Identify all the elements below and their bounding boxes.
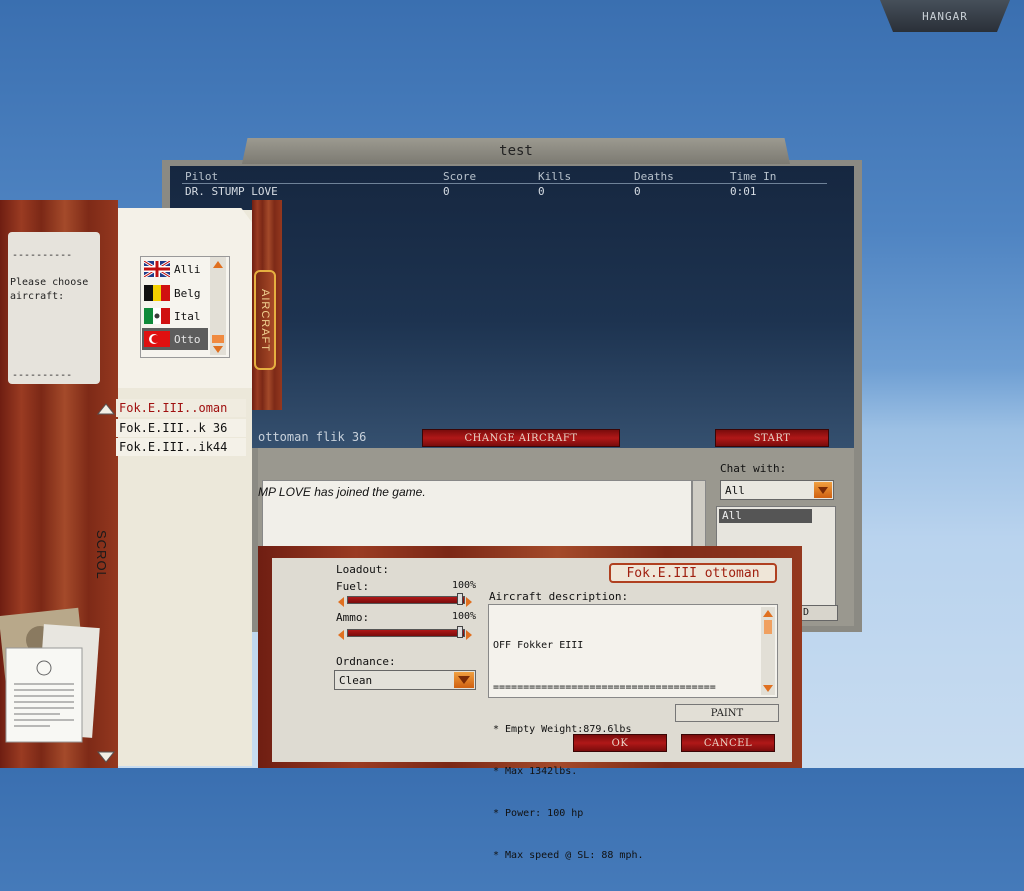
- scroll-up-icon[interactable]: [96, 400, 116, 419]
- column-header-deaths: Deaths: [634, 170, 674, 183]
- pilot-name: DR. STUMP LOVE: [185, 185, 278, 198]
- scroll-arrows-icon[interactable]: [210, 257, 226, 355]
- hangar-button[interactable]: HANGAR: [880, 0, 1010, 32]
- chevron-down-icon[interactable]: [454, 672, 474, 688]
- nation-item-belgium[interactable]: Belg: [144, 282, 201, 304]
- description-line: * Max 1342lbs.: [493, 766, 578, 777]
- belgium-flag-icon: [144, 285, 170, 301]
- chevron-down-icon[interactable]: [814, 482, 832, 498]
- nation-item-italy[interactable]: Ital: [144, 305, 201, 327]
- ordnance-value: Clean: [339, 674, 373, 687]
- nation-label: Belg: [174, 286, 201, 300]
- fuel-slider-handle[interactable]: [457, 593, 463, 605]
- ammo-slider-track: [347, 629, 465, 637]
- chat-recipient-selected[interactable]: All: [719, 509, 812, 523]
- paint-button[interactable]: PAINT: [675, 704, 779, 722]
- ordnance-label: Ordnance:: [336, 655, 396, 668]
- nation-list-scrollbar[interactable]: [210, 257, 226, 355]
- note-dashes-top: ----------: [12, 250, 73, 261]
- loadout-title: Loadout:: [336, 563, 389, 576]
- chat-with-dropdown[interactable]: All: [720, 480, 834, 500]
- current-aircraft-name: ottoman flik 36: [258, 430, 367, 444]
- ok-button[interactable]: OK: [573, 734, 667, 752]
- description-line: =====================================: [493, 682, 716, 693]
- pilot-score: 0: [443, 185, 450, 198]
- ammo-value: 100%: [452, 611, 477, 622]
- scroll-label: SCROL: [94, 530, 109, 580]
- fuel-slider[interactable]: [336, 593, 474, 607]
- chat-with-label: Chat with:: [720, 462, 787, 475]
- pilot-deaths: 0: [634, 185, 641, 198]
- aircraft-name-badge: Fok.E.III ottoman: [609, 563, 777, 583]
- column-header-kills: Kills: [538, 170, 572, 183]
- nation-label: Ital: [174, 309, 201, 323]
- aircraft-item-selected[interactable]: Fok.E.III..oman: [116, 399, 246, 417]
- column-header-time: Time In: [730, 170, 777, 183]
- italy-flag-icon: [144, 308, 170, 324]
- nation-item-ottoman[interactable]: Otto: [142, 328, 208, 350]
- header-divider: [182, 183, 827, 184]
- pilot-kills: 0: [538, 185, 545, 198]
- scroll-arrows-icon[interactable]: [761, 607, 775, 695]
- description-line: * Power: 100 hp: [493, 808, 584, 819]
- chat-scrollbar[interactable]: [692, 480, 706, 550]
- aircraft-tab[interactable]: AIRCRAFT: [254, 270, 276, 370]
- scoreboard-title: test: [242, 138, 790, 164]
- aircraft-item[interactable]: Fok.E.III..ik44: [116, 438, 246, 456]
- aircraft-item[interactable]: Fok.E.III..k 36: [116, 419, 246, 437]
- note-dashes-bottom: ----------: [12, 370, 73, 381]
- description-line: OFF Fokker EIII: [493, 640, 584, 651]
- documents-illustration-icon: [0, 606, 100, 750]
- nation-label: Alli: [174, 262, 201, 276]
- nation-label: Otto: [174, 332, 201, 346]
- ammo-slider-handle[interactable]: [457, 626, 463, 638]
- fuel-value: 100%: [452, 580, 477, 591]
- column-header-pilot: Pilot: [185, 170, 219, 183]
- note-text: Please choose aircraft:: [10, 277, 89, 302]
- pilot-time: 0:01: [730, 185, 757, 198]
- start-button[interactable]: START: [715, 429, 829, 447]
- change-aircraft-button[interactable]: CHANGE AIRCRAFT: [422, 429, 620, 447]
- description-label: Aircraft description:: [489, 590, 629, 603]
- fuel-slider-track: [347, 596, 465, 604]
- ammo-label: Ammo:: [336, 611, 370, 624]
- aircraft-description[interactable]: OFF Fokker EIII ========================…: [488, 604, 778, 861]
- column-header-score: Score: [443, 170, 477, 183]
- description-scrollbar[interactable]: [761, 607, 775, 695]
- nation-item-allies[interactable]: Alli: [144, 258, 201, 280]
- chat-with-value: All: [725, 484, 745, 497]
- scroll-down-icon[interactable]: [96, 750, 116, 769]
- description-line: * Max speed @ SL: 88 mph.: [493, 850, 644, 861]
- fuel-label: Fuel:: [336, 580, 370, 593]
- chat-message: MP LOVE has joined the game.: [258, 485, 426, 499]
- ottoman-flag-icon: [144, 331, 170, 347]
- cancel-button[interactable]: CANCEL: [681, 734, 775, 752]
- ammo-slider[interactable]: [336, 626, 474, 640]
- ordnance-dropdown[interactable]: Clean: [334, 670, 476, 690]
- uk-flag-icon: [144, 261, 170, 277]
